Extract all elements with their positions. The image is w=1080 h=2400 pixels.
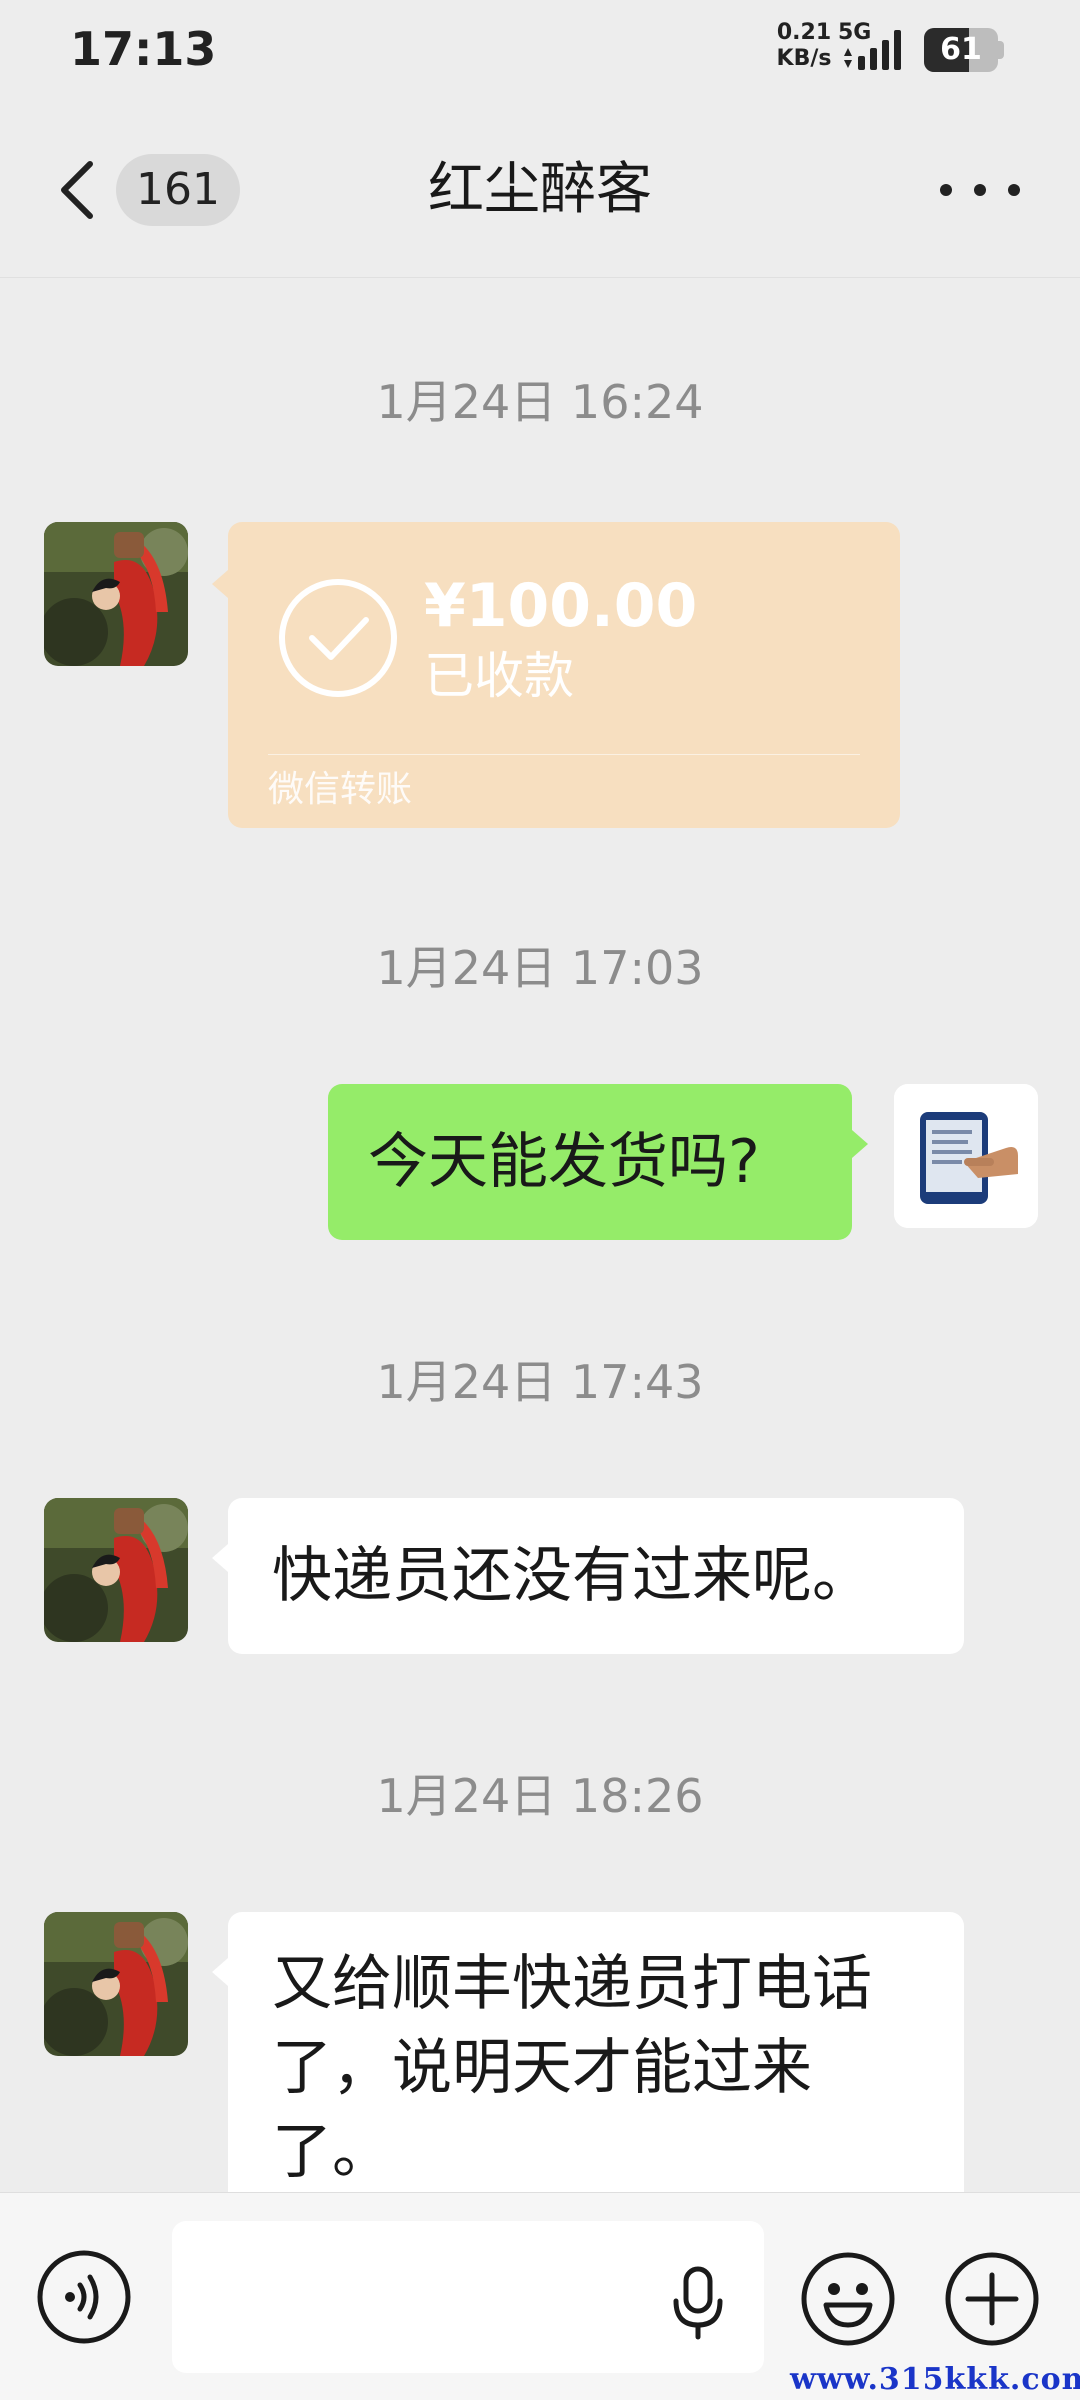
chat-header: 161 红尘醉客	[0, 100, 1080, 278]
more-button[interactable]	[940, 160, 1020, 220]
check-circle-icon	[279, 579, 397, 697]
message-timestamp: 1月24日 17:03	[376, 941, 704, 995]
emoji-icon[interactable]	[800, 2251, 896, 2347]
transfer-amount: ¥100.00	[424, 571, 698, 641]
sent-message-bubble[interactable]: 今天能发货吗?	[328, 1084, 868, 1240]
more-icon	[940, 184, 952, 196]
received-message-bubble[interactable]: 又给顺丰快递员打电话了，说明天才能过来了。	[212, 1912, 964, 2192]
message-timestamp: 1月24日 18:26	[376, 1769, 704, 1823]
message-text: 今天能发货吗?	[368, 1127, 760, 1197]
battery-level: 61	[940, 32, 982, 67]
signal-icon	[844, 30, 901, 70]
plus-icon[interactable]	[944, 2251, 1040, 2347]
battery-tip	[998, 41, 1004, 59]
status-time: 17:13	[70, 22, 217, 76]
message-list[interactable]: 1月24日 16:24 ¥100.00 已收款 微信转账 1月24日 17:03…	[0, 278, 1080, 2192]
transfer-label: 微信转账	[268, 769, 413, 810]
status-bar: 17:13 0.21 KB/s 5G 61	[0, 0, 1080, 100]
contact-avatar[interactable]	[44, 1498, 188, 1642]
mic-icon[interactable]	[668, 2265, 728, 2341]
transfer-status: 已收款	[424, 647, 574, 705]
battery-indicator: 61	[924, 28, 1004, 72]
contact-avatar[interactable]	[44, 522, 188, 666]
received-message-bubble[interactable]: 快递员还没有过来呢。	[212, 1498, 964, 1654]
message-timestamp: 1月24日 16:24	[376, 375, 704, 429]
transfer-card[interactable]: ¥100.00 已收款 微信转账	[212, 522, 900, 828]
network-speed-unit: KB/s	[776, 46, 832, 71]
voice-icon[interactable]	[36, 2249, 132, 2345]
message-timestamp: 1月24日 17:43	[376, 1355, 704, 1409]
contact-avatar[interactable]	[44, 1912, 188, 2056]
network-speed: 0.21 KB/s	[774, 20, 834, 72]
network-speed-value: 0.21	[776, 20, 832, 45]
back-icon	[61, 161, 93, 219]
transfer-divider	[268, 754, 860, 755]
back-button[interactable]	[50, 150, 110, 230]
unread-count-badge[interactable]: 161	[116, 154, 240, 226]
message-text: 快递员还没有过来呢。	[272, 1541, 872, 1611]
message-text: 又给顺丰快递员打电话了，说明天才能过来了。	[272, 1949, 872, 2187]
my-avatar[interactable]	[894, 1084, 1038, 1228]
watermark: www.315kkk.com	[790, 2362, 1080, 2397]
